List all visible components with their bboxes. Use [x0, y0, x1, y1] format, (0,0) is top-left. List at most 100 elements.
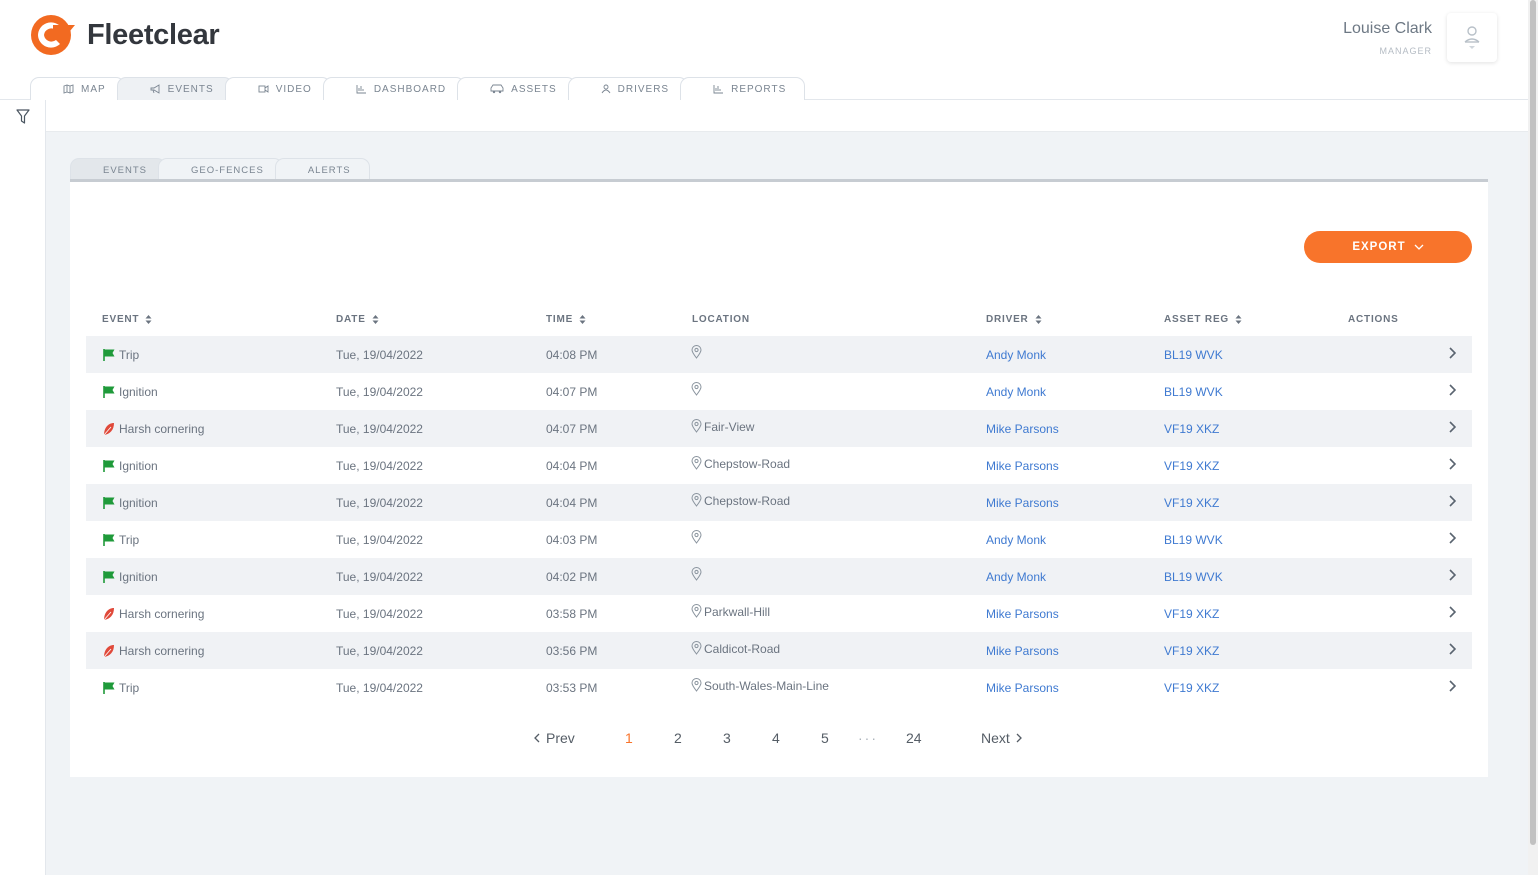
time-cell: 04:07 PM — [546, 384, 598, 399]
driver-link[interactable]: Mike Parsons — [986, 447, 1059, 484]
page-button-2[interactable]: 2 — [674, 727, 682, 749]
row-detail-button[interactable] — [1448, 334, 1456, 371]
nav-tab-reports[interactable]: REPORTS — [680, 77, 806, 100]
row-detail-button[interactable] — [1448, 667, 1456, 704]
location-cell[interactable]: Caldicot-Road — [691, 629, 780, 666]
row-detail-button[interactable] — [1448, 371, 1456, 408]
asset-reg-link[interactable]: VF19 XKZ — [1164, 447, 1219, 484]
time-cell: 04:03 PM — [546, 532, 598, 547]
table-header: EVENT DATE TIME LOCATION DRIVER ASSET RE… — [86, 310, 1472, 330]
row-detail-button[interactable] — [1448, 519, 1456, 556]
table-row[interactable]: Ignition Tue, 19/04/2022 04:07 PM Andy Monk… — [86, 373, 1472, 410]
driver-link[interactable]: Mike Parsons — [986, 484, 1059, 521]
table-row[interactable]: Harsh cornering Tue, 19/04/2022 03:56 PM Ca… — [86, 632, 1472, 669]
nav-tab-video[interactable]: VIDEO — [224, 77, 331, 100]
row-detail-button[interactable] — [1448, 556, 1456, 593]
export-button[interactable]: EXPORT — [1304, 231, 1472, 263]
driver-link[interactable]: Andy Monk — [986, 558, 1046, 595]
table-row[interactable]: Trip Tue, 19/04/2022 03:53 PM South-Wales-M… — [86, 669, 1472, 706]
leaf-icon — [103, 607, 114, 620]
filter-button[interactable] — [14, 108, 32, 126]
asset-reg-link[interactable]: VF19 XKZ — [1164, 669, 1219, 706]
asset-reg-link[interactable]: VF19 XKZ — [1164, 595, 1219, 632]
event-name: Ignition — [119, 384, 158, 399]
chevron-right-icon — [1449, 642, 1456, 655]
table-row[interactable]: Ignition Tue, 19/04/2022 04:04 PM Chepstow-… — [86, 447, 1472, 484]
main-nav: MAP EVENTS VIDEO DASHBOARD ASSETS DRIVER… — [30, 77, 806, 100]
asset-reg-link[interactable]: VF19 XKZ — [1164, 484, 1219, 521]
date-cell: Tue, 19/04/2022 — [336, 495, 423, 510]
location-cell[interactable]: Fair-View — [691, 407, 754, 444]
location-cell[interactable]: Chepstow-Road — [691, 481, 790, 518]
nav-tab-label: VIDEO — [275, 83, 312, 95]
chevron-right-icon — [1449, 346, 1456, 359]
page-button-5[interactable]: 5 — [821, 727, 829, 749]
table-row[interactable]: Ignition Tue, 19/04/2022 04:02 PM Andy Monk… — [86, 558, 1472, 595]
page-button-last[interactable]: 24 — [906, 727, 922, 749]
column-header-driver[interactable]: DRIVER — [986, 314, 1042, 325]
page-scrollbar[interactable] — [1528, 0, 1538, 875]
location-cell[interactable] — [691, 555, 704, 592]
asset-reg-link[interactable]: BL19 WVK — [1164, 336, 1223, 373]
location-cell[interactable] — [691, 518, 704, 555]
column-header-asset-reg[interactable]: ASSET REG — [1164, 314, 1242, 325]
driver-link[interactable]: Andy Monk — [986, 373, 1046, 410]
location-cell[interactable] — [691, 370, 704, 407]
next-page-button[interactable]: Next — [981, 727, 1022, 749]
nav-tab-dashboard[interactable]: DASHBOARD — [322, 77, 466, 100]
brand-logo[interactable]: Fleetclear — [29, 12, 220, 58]
nav-tab-events[interactable]: EVENTS — [116, 77, 233, 100]
driver-link[interactable]: Andy Monk — [986, 521, 1046, 558]
location-cell[interactable] — [691, 333, 704, 370]
location-pin-icon — [691, 677, 702, 692]
location-cell[interactable]: Parkwall-Hill — [691, 592, 770, 629]
user-avatar-button[interactable] — [1447, 13, 1497, 62]
column-header-label: TIME — [546, 314, 574, 325]
column-header-time[interactable]: TIME — [546, 314, 586, 325]
chevron-down-icon — [1414, 244, 1424, 250]
location-cell[interactable]: South-Wales-Main-Line — [691, 666, 829, 703]
sort-icon — [1035, 315, 1042, 324]
asset-reg-link[interactable]: VF19 XKZ — [1164, 632, 1219, 669]
asset-reg-link[interactable]: BL19 WVK — [1164, 373, 1223, 410]
driver-link[interactable]: Mike Parsons — [986, 669, 1059, 706]
driver-link[interactable]: Mike Parsons — [986, 410, 1059, 447]
nav-tab-label: DRIVERS — [617, 83, 670, 95]
row-detail-button[interactable] — [1448, 630, 1456, 667]
location-cell[interactable]: Chepstow-Road — [691, 444, 790, 481]
table-row[interactable]: Harsh cornering Tue, 19/04/2022 03:58 PM Pa… — [86, 595, 1472, 632]
nav-tab-map[interactable]: MAP — [30, 77, 125, 100]
table-row[interactable]: Trip Tue, 19/04/2022 04:08 PM Andy Monk BL19… — [86, 336, 1472, 373]
table-row[interactable]: Trip Tue, 19/04/2022 04:03 PM Andy Monk BL19… — [86, 521, 1472, 558]
asset-reg-link[interactable]: BL19 WVK — [1164, 558, 1223, 595]
asset-reg-link[interactable]: VF19 XKZ — [1164, 410, 1219, 447]
page-button-1[interactable]: 1 — [625, 727, 633, 749]
driver-link[interactable]: Mike Parsons — [986, 632, 1059, 669]
row-detail-button[interactable] — [1448, 593, 1456, 630]
table-row[interactable]: Ignition Tue, 19/04/2022 04:04 PM Chepstow-… — [86, 484, 1472, 521]
page-button-4[interactable]: 4 — [772, 727, 780, 749]
page-button-3[interactable]: 3 — [723, 727, 731, 749]
row-detail-button[interactable] — [1448, 445, 1456, 482]
flag-icon — [103, 570, 115, 583]
row-detail-button[interactable] — [1448, 482, 1456, 519]
nav-tab-drivers[interactable]: DRIVERS — [567, 77, 689, 100]
column-header-date[interactable]: DATE — [336, 314, 379, 325]
event-cell: Ignition — [102, 558, 158, 595]
flag-icon — [103, 348, 115, 361]
flag-icon — [103, 681, 115, 694]
asset-reg-link[interactable]: BL19 WVK — [1164, 521, 1223, 558]
time-cell: 04:07 PM — [546, 421, 598, 436]
date-cell: Tue, 19/04/2022 — [336, 421, 423, 436]
nav-tab-assets[interactable]: ASSETS — [457, 77, 576, 100]
driver-link[interactable]: Andy Monk — [986, 336, 1046, 373]
chevron-left-icon — [534, 733, 540, 743]
location-name: Chepstow-Road — [704, 494, 791, 508]
location-pin-icon — [691, 603, 702, 618]
scrollbar-thumb[interactable] — [1530, 0, 1536, 845]
row-detail-button[interactable] — [1448, 408, 1456, 445]
prev-page-button[interactable]: Prev — [534, 727, 575, 749]
table-row[interactable]: Harsh cornering Tue, 19/04/2022 04:07 PM Fa… — [86, 410, 1472, 447]
driver-link[interactable]: Mike Parsons — [986, 595, 1059, 632]
column-header-event[interactable]: EVENT — [102, 314, 152, 325]
